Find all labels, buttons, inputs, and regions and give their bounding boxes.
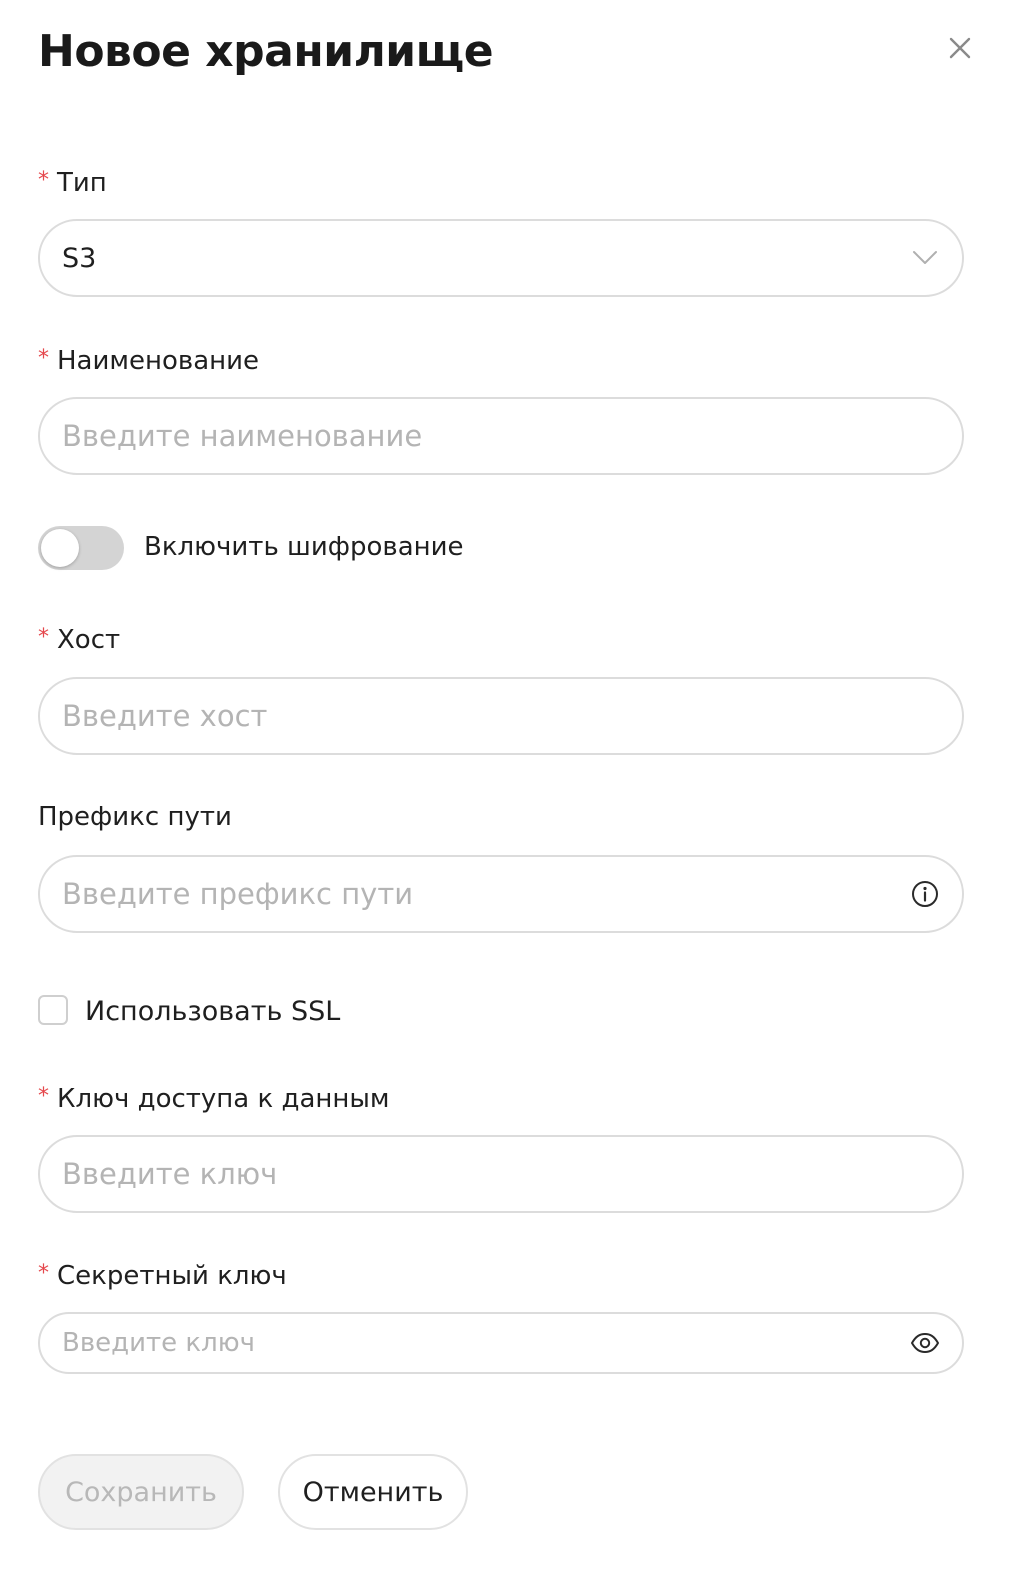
required-marker: *: [38, 1261, 49, 1286]
type-select-value: S3: [62, 242, 97, 274]
path-prefix-input[interactable]: [62, 877, 910, 911]
host-input[interactable]: [62, 699, 940, 733]
save-button[interactable]: Сохранить: [38, 1454, 244, 1530]
name-field-wrapper: [38, 397, 964, 475]
eye-icon[interactable]: [910, 1328, 940, 1358]
access-key-label: * Ключ доступа к данным: [38, 1084, 390, 1114]
required-marker: *: [38, 1084, 49, 1109]
encryption-toggle-label: Включить шифрование: [144, 532, 464, 562]
info-icon[interactable]: [910, 879, 940, 909]
dialog-title: Новое хранилище: [38, 26, 494, 77]
secret-key-field-wrapper: [38, 1312, 964, 1374]
chevron-down-icon: [910, 243, 940, 273]
secret-key-input[interactable]: [62, 1328, 910, 1358]
host-label: * Хост: [38, 625, 121, 655]
required-marker: *: [38, 625, 49, 650]
path-prefix-field-wrapper: [38, 855, 964, 933]
secret-key-label: * Секретный ключ: [38, 1261, 287, 1291]
ssl-checkbox[interactable]: [38, 995, 68, 1025]
type-label: * Тип: [38, 168, 107, 198]
encryption-toggle[interactable]: [38, 526, 124, 570]
host-field-wrapper: [38, 677, 964, 755]
access-key-input[interactable]: [62, 1157, 940, 1191]
name-input[interactable]: [62, 419, 940, 453]
name-label: * Наименование: [38, 346, 260, 376]
ssl-checkbox-label: Использовать SSL: [85, 996, 341, 1027]
toggle-knob: [41, 529, 79, 567]
required-marker: *: [38, 168, 49, 193]
type-select[interactable]: S3: [38, 219, 964, 297]
path-prefix-label: Префикс пути: [38, 802, 232, 832]
cancel-button[interactable]: Отменить: [278, 1454, 468, 1530]
close-icon[interactable]: [946, 34, 974, 62]
required-marker: *: [38, 346, 49, 371]
access-key-field-wrapper: [38, 1135, 964, 1213]
